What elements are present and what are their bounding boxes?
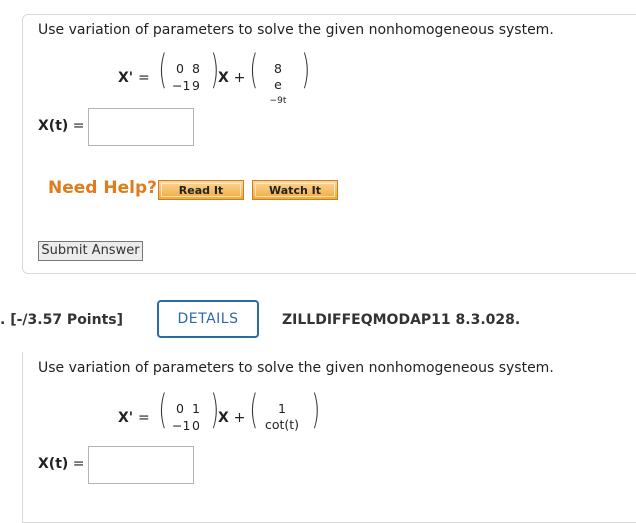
right-paren: ) bbox=[301, 47, 311, 93]
right-paren: ) bbox=[311, 387, 321, 433]
question-1-equation: X' = ( 0 8 −1 9 ) X + ( 8 e −9t ) bbox=[118, 50, 328, 106]
question-2-card bbox=[22, 352, 636, 523]
button-highlight bbox=[161, 183, 241, 197]
matrix-entry: 9 bbox=[192, 78, 200, 93]
watch-it-button[interactable]: Watch It bbox=[252, 180, 338, 200]
read-it-button[interactable]: Read It bbox=[158, 180, 244, 200]
matrix-entry: −1 bbox=[172, 78, 191, 93]
question-1-answer-label: X(t) = bbox=[38, 118, 85, 134]
button-highlight bbox=[255, 183, 335, 197]
question-2-equation: X' = ( 0 1 −1 0 ) X + ( 1 cot(t) ) bbox=[118, 390, 328, 446]
matrix-entry: −1 bbox=[172, 418, 191, 433]
left-paren: ( bbox=[158, 387, 168, 433]
forcing-vector: 1 cot(t) bbox=[257, 401, 307, 433]
matrix-entry: 8 bbox=[192, 61, 200, 76]
question-2-answer-label: X(t) = bbox=[38, 456, 85, 472]
question-id: ZILLDIFFEQMODAP11 8.3.028. bbox=[282, 312, 521, 328]
forcing-entry: cot(t) bbox=[264, 417, 300, 432]
x-vector-symbol: X + bbox=[218, 410, 246, 426]
forcing-entry: e −9t bbox=[269, 77, 287, 106]
coefficient-matrix: 0 8 −1 9 bbox=[172, 61, 204, 94]
details-button[interactable]: DETAILS bbox=[157, 300, 259, 338]
matrix-entry: 0 bbox=[176, 401, 184, 416]
question-2-answer-input[interactable] bbox=[88, 446, 194, 484]
forcing-entry: 8 bbox=[274, 61, 282, 76]
forcing-entry: 1 bbox=[278, 401, 286, 416]
submit-answer-button[interactable]: Submit Answer bbox=[38, 241, 143, 261]
matrix-entry: 1 bbox=[192, 401, 200, 416]
left-paren: ( bbox=[249, 47, 259, 93]
question-2-prompt: Use variation of parameters to solve the… bbox=[38, 360, 554, 376]
question-1-answer-input[interactable] bbox=[88, 108, 194, 146]
question-2-header: . [-/3.57 Points] DETAILS ZILLDIFFEQMODA… bbox=[0, 300, 636, 340]
points-label: . [-/3.57 Points] bbox=[0, 312, 123, 328]
matrix-entry: 0 bbox=[192, 418, 200, 433]
need-help-label: Need Help? bbox=[48, 178, 157, 198]
left-paren: ( bbox=[158, 47, 168, 93]
forcing-vector: 8 e −9t bbox=[258, 61, 298, 112]
matrix-entry: 0 bbox=[176, 61, 184, 76]
question-1-prompt: Use variation of parameters to solve the… bbox=[38, 22, 554, 38]
x-vector-symbol: X + bbox=[218, 70, 246, 86]
coefficient-matrix: 0 1 −1 0 bbox=[172, 401, 204, 434]
equation-lhs: X' = bbox=[118, 410, 150, 426]
equation-lhs: X' = bbox=[118, 70, 150, 86]
